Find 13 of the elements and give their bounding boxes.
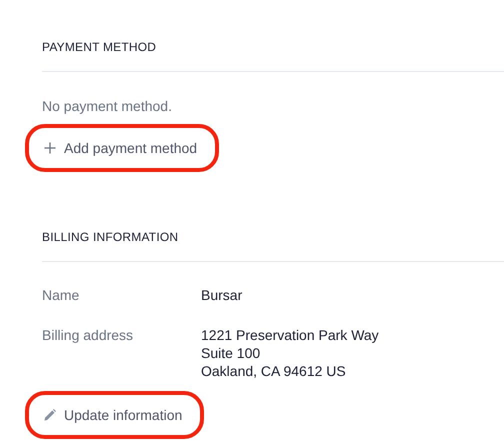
field-value: 1221 Preservation Park Way [201,326,380,344]
add-payment-button[interactable]: Add payment method [25,124,220,172]
section-heading: PAYMENT METHOD [42,39,504,72]
field-value: Oakland, CA 94612 US [201,362,347,380]
update-button[interactable]: Update information [25,391,204,439]
field-label: Billing address [42,326,134,345]
plus-icon [44,142,56,154]
empty-message: No payment method. [42,97,173,116]
section-heading: BILLING INFORMATION [42,229,504,262]
pencil-icon [44,409,56,421]
field-value: Bursar [201,286,244,304]
field-label: Name [42,286,80,304]
field-value: Suite 100 [201,344,262,362]
